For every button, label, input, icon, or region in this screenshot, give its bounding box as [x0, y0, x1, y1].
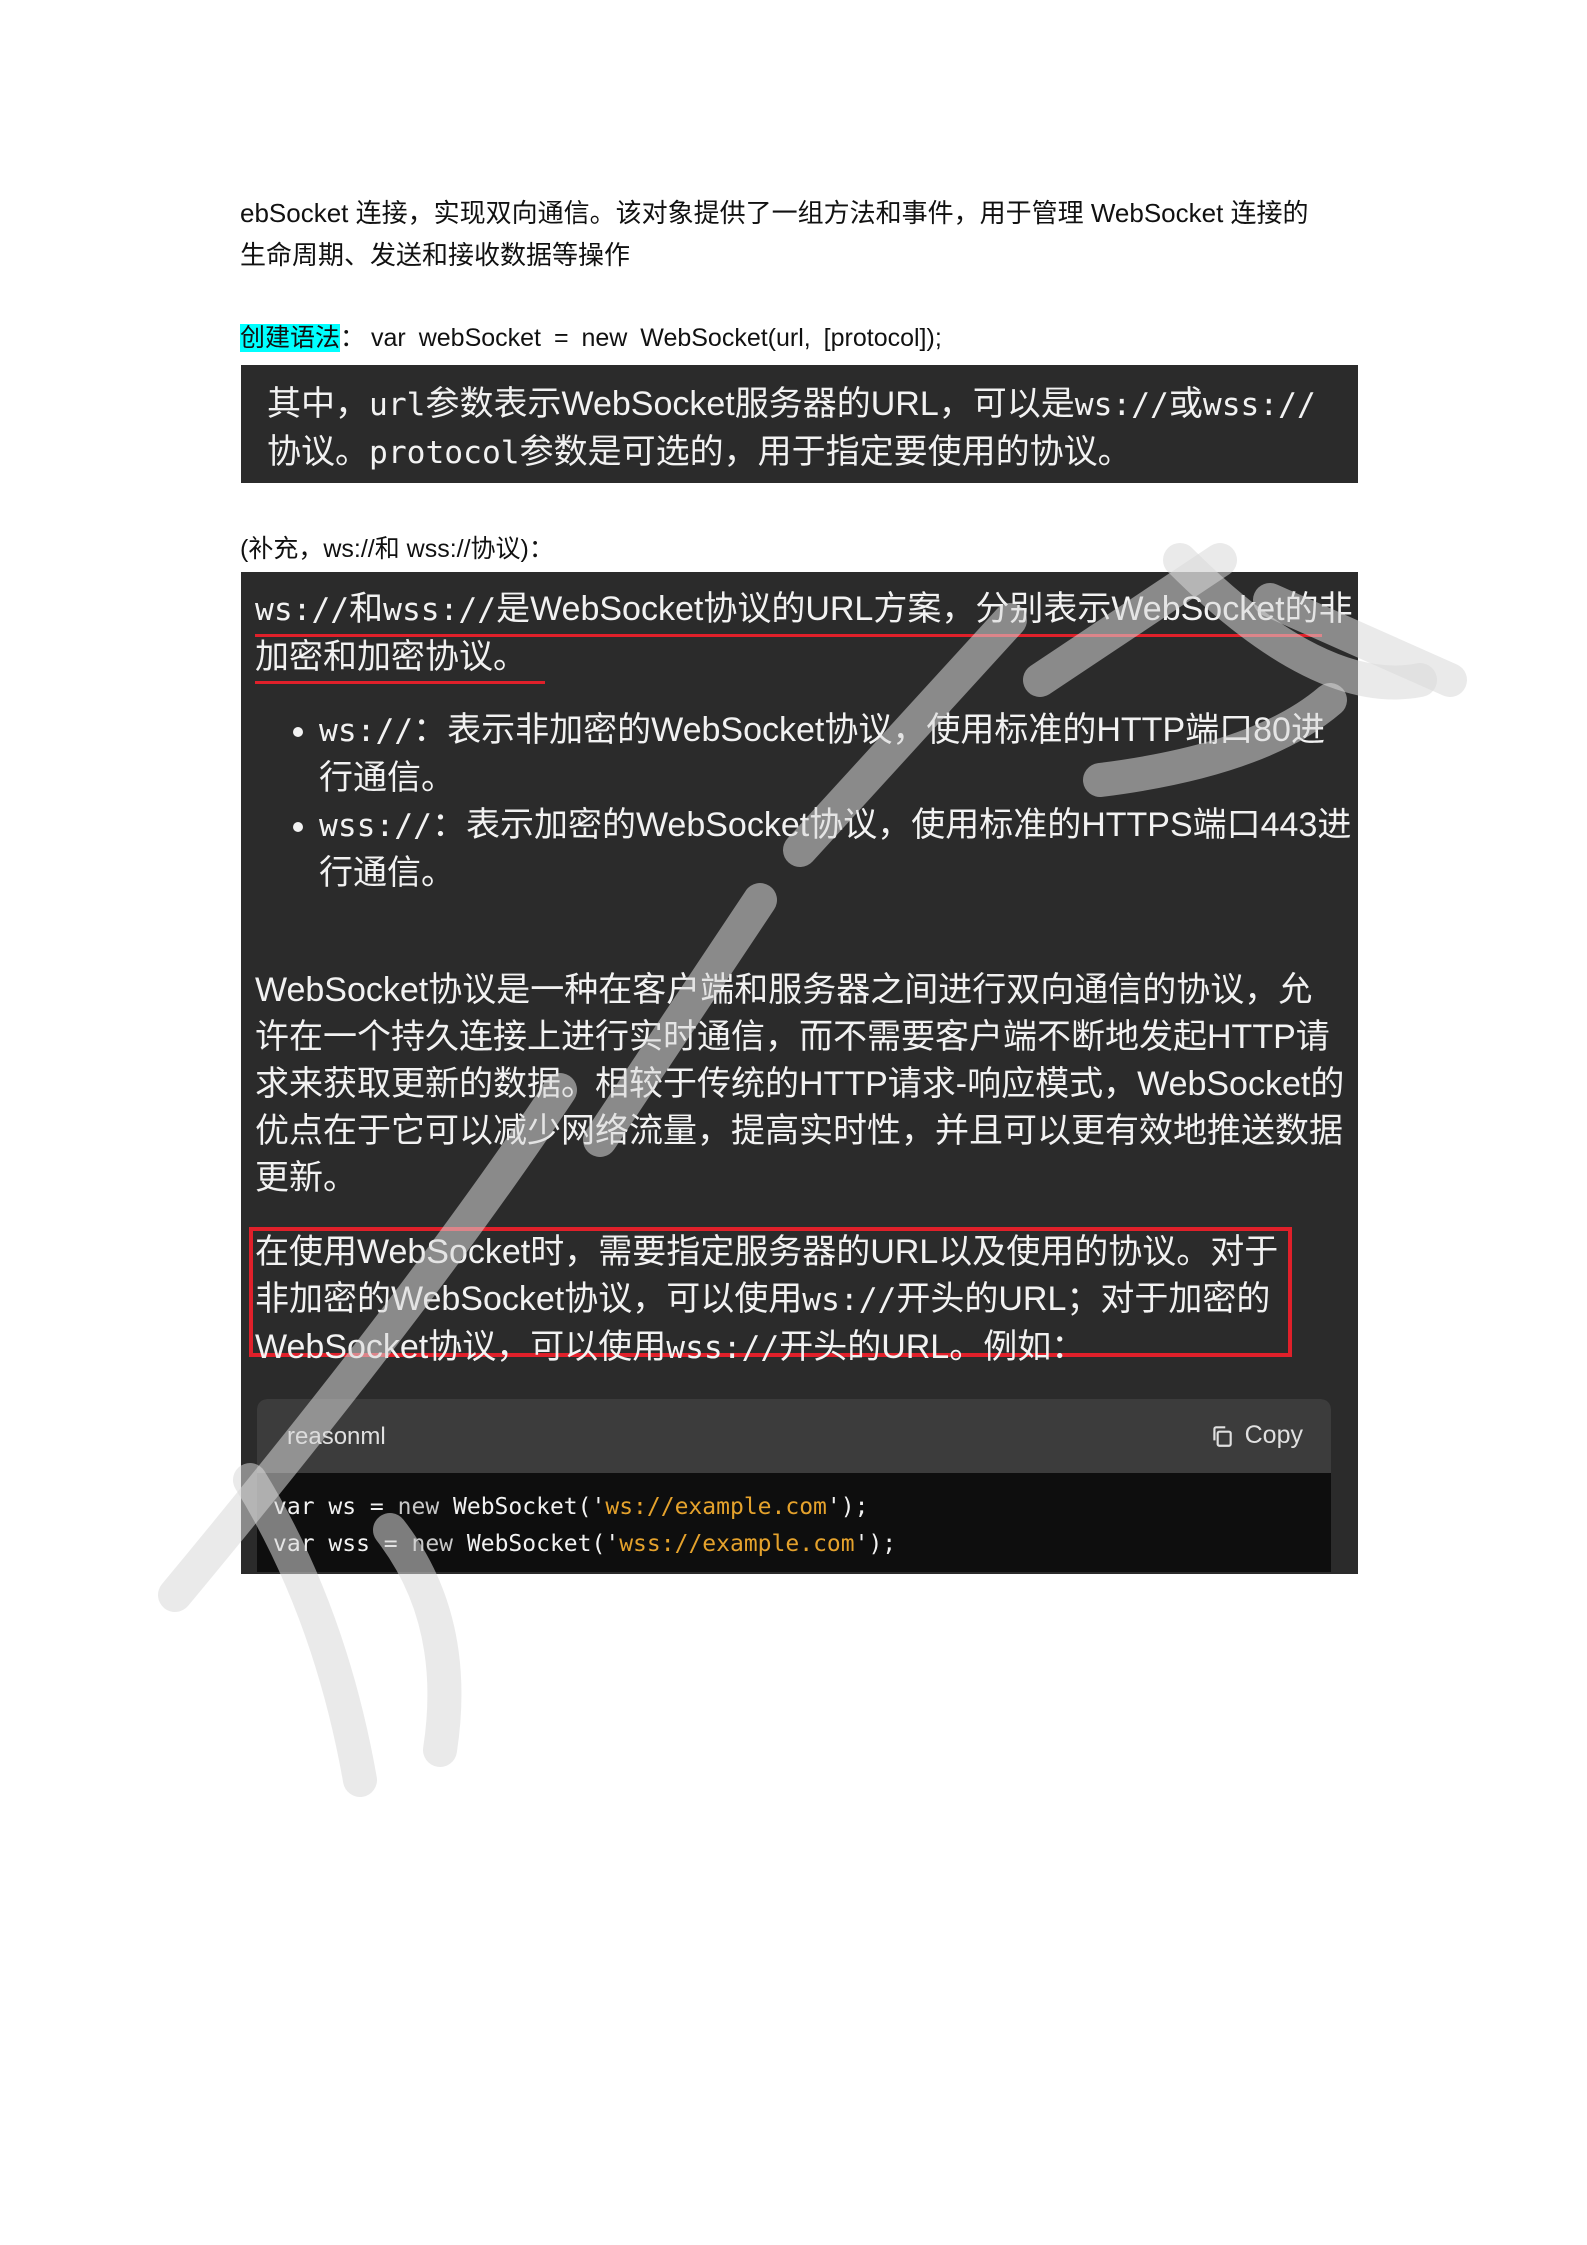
- code-seg: ws://: [1074, 387, 1169, 423]
- text-seg: 和: [349, 590, 384, 628]
- syntax-colon: ：: [340, 324, 366, 352]
- supplement-note: (补充，ws://和 wss://协议)：: [240, 535, 554, 563]
- intro-line-1: ebSocket 连接，实现双向通信。该对象提供了一组方法和事件，用于管理 We…: [240, 198, 1309, 228]
- copy-icon: [1212, 1425, 1232, 1447]
- code-header: reasonml Copy: [257, 1399, 1331, 1473]
- code-string: wss://example.com: [619, 1531, 855, 1557]
- bullet-dot: [293, 727, 303, 737]
- code-keyword: new: [411, 1531, 454, 1557]
- list-item: ws://：表示非加密的WebSocket协议，使用标准的HTTP端口80进行通…: [255, 707, 1355, 802]
- code-token: var ws =: [273, 1494, 398, 1520]
- code-body: var ws = new WebSocket('ws://example.com…: [257, 1473, 1331, 1563]
- url-explanation-text: 其中，url参数表示WebSocket服务器的URL，可以是ws://或wss:…: [241, 365, 1358, 477]
- protocol-explanation-box: ws://和wss://是WebSocket协议的URL方案，分别表示WebSo…: [241, 572, 1358, 1572]
- code-seg: wss://: [1202, 387, 1316, 423]
- code-string: ws://example.com: [605, 1494, 827, 1520]
- text-seg: 开头的URL。例如：: [779, 1328, 1086, 1366]
- code-line: var ws = new WebSocket('ws://example.com…: [273, 1489, 1315, 1526]
- code-seg: ws://: [255, 592, 350, 628]
- text-seg: 或: [1168, 385, 1203, 423]
- code-seg: ws://: [802, 1282, 897, 1318]
- code-seg: url: [369, 387, 426, 423]
- websocket-paragraph: WebSocket协议是一种在客户端和服务器之间进行双向通信的协议，允许在一个持…: [255, 971, 1345, 1197]
- intro-line-2: 生命周期、发送和接收数据等操作: [240, 240, 631, 270]
- syntax-code: var webSocket = new WebSocket(url, [prot…: [371, 324, 942, 352]
- syntax-label: 创建语法: [240, 324, 341, 352]
- red-underline: [255, 634, 1322, 637]
- code-seg: wss://: [383, 592, 497, 628]
- code-seg: protocol: [369, 435, 520, 471]
- copy-button[interactable]: Copy: [1209, 1421, 1303, 1450]
- code-seg: ws://: [319, 713, 414, 749]
- text-seg: 其中，: [267, 385, 369, 423]
- code-seg: wss://: [666, 1330, 780, 1366]
- syntax-line: 创建语法： var webSocket = new WebSocket(url, …: [240, 318, 942, 358]
- code-token: WebSocket(': [453, 1531, 620, 1557]
- code-block: reasonml Copy var ws = new WebSocket('ws…: [257, 1399, 1331, 1572]
- text-seg: 参数表示WebSocket服务器的URL，可以是: [425, 385, 1075, 423]
- code-line: var wss = new WebSocket('wss://example.c…: [273, 1526, 1315, 1563]
- code-keyword: new: [397, 1494, 440, 1520]
- url-explanation-box: 其中，url参数表示WebSocket服务器的URL，可以是ws://或wss:…: [241, 365, 1358, 483]
- code-token: ');: [826, 1494, 869, 1520]
- red-underline: [255, 681, 545, 684]
- code-token: ');: [854, 1531, 897, 1557]
- bottom-rule: [241, 1572, 1358, 1574]
- protocol-list: ws://：表示非加密的WebSocket协议，使用标准的HTTP端口80进行通…: [255, 707, 1355, 897]
- list-item: wss://：表示加密的WebSocket协议，使用标准的HTTPS端口443进…: [255, 802, 1355, 897]
- text-seg: 参数是可选的，用于指定要使用的协议。: [519, 433, 1132, 471]
- code-language: reasonml: [287, 1423, 386, 1450]
- intro-text: ebSocket 连接，实现双向通信。该对象提供了一组方法和事件，用于管理 We…: [240, 192, 1360, 276]
- text-seg: ：表示加密的WebSocket协议，使用标准的HTTPS端口443进行通信。: [319, 806, 1352, 892]
- text-seg: 协议。: [267, 433, 369, 471]
- code-token: WebSocket(': [439, 1494, 606, 1520]
- code-seg: wss://: [319, 808, 432, 844]
- usage-paragraph: 在使用WebSocket时，需要指定服务器的URL以及使用的协议。对于非加密的W…: [255, 1229, 1295, 1372]
- text-seg: ：表示非加密的WebSocket协议，使用标准的HTTP端口80进行通信。: [319, 711, 1325, 797]
- bullet-dot: [293, 822, 303, 832]
- copy-label: Copy: [1244, 1421, 1303, 1449]
- code-token: var wss =: [273, 1531, 412, 1557]
